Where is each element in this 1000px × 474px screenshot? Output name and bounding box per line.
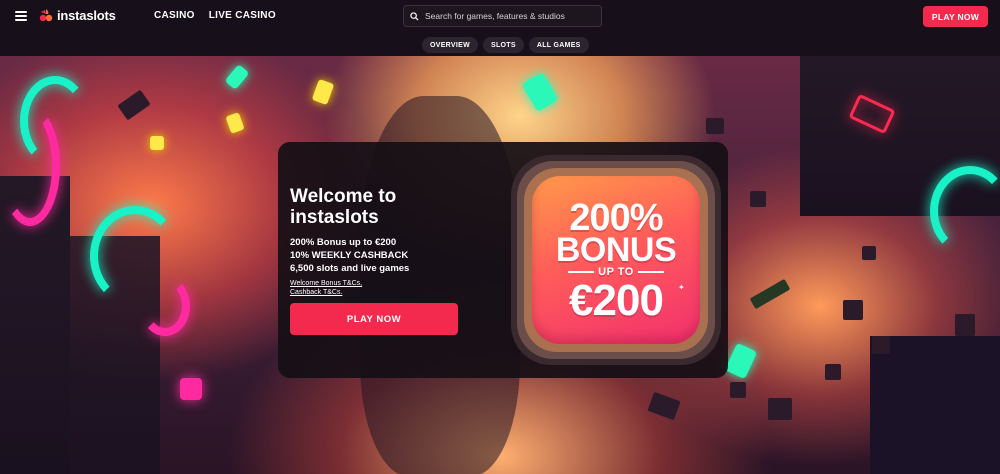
bullet-item: 200% Bonus up to €200	[290, 237, 397, 248]
debris-block	[872, 336, 890, 354]
neon-block	[180, 378, 202, 400]
debris-block	[825, 364, 841, 380]
hero-play-now-button[interactable]: PLAY NOW	[290, 303, 458, 335]
tower-right-bottom	[870, 336, 1000, 474]
main-nav: CASINO LIVE CASINO	[154, 10, 276, 21]
bonus-word: BONUS	[555, 231, 677, 269]
debris-block	[730, 382, 746, 398]
neon-arc	[140, 276, 190, 336]
tab-slots[interactable]: SLOTS	[483, 37, 524, 53]
sparkle-icon: ✦	[678, 283, 685, 292]
tab-overview[interactable]: OVERVIEW	[422, 37, 479, 53]
search-input[interactable]	[425, 11, 595, 21]
header-play-now-button[interactable]: PLAY NOW	[923, 6, 988, 27]
cashback-terms-link[interactable]: Cashback T&Cs.	[290, 288, 362, 297]
top-bar: instaslots CASINO LIVE CASINO PLAY NOW	[0, 0, 1000, 33]
debris-block	[706, 118, 724, 134]
debris-block	[862, 246, 876, 260]
gem	[311, 78, 335, 106]
terms-links: Welcome Bonus T&Cs, Cashback T&Cs.	[290, 279, 362, 297]
debris-block	[750, 191, 766, 207]
bullet-item: 10% WEEKLY CASHBACK	[290, 250, 409, 261]
neon-arc	[930, 166, 1000, 256]
logo[interactable]: instaslots	[38, 8, 116, 23]
debris-block	[117, 89, 151, 121]
neon-arc	[0, 106, 60, 226]
bonus-amount: €200	[569, 276, 664, 325]
gem	[521, 72, 559, 112]
debris-block	[647, 391, 681, 421]
logo-text: instaslots	[57, 8, 116, 23]
debris-block	[749, 278, 791, 310]
gem	[150, 136, 164, 150]
bullet-item: 6,500 slots and live games	[290, 263, 410, 274]
gem	[724, 342, 758, 380]
menu-icon[interactable]	[15, 11, 27, 21]
search-icon	[410, 11, 419, 21]
welcome-title: Welcome to instaslots	[290, 186, 397, 228]
bonus-bullets: 200% Bonus up to €200 10% WEEKLY CASHBAC…	[290, 236, 490, 275]
sub-nav: OVERVIEW SLOTS ALL GAMES	[0, 33, 1000, 56]
debris-block	[955, 314, 975, 336]
search-box[interactable]	[403, 5, 602, 27]
debris-block	[843, 300, 863, 320]
logo-icon	[39, 9, 53, 22]
tab-all-games[interactable]: ALL GAMES	[528, 37, 589, 53]
debris-block	[768, 398, 792, 420]
nav-live-casino[interactable]: LIVE CASINO	[209, 10, 276, 21]
welcome-bonus-terms-link[interactable]: Welcome Bonus T&Cs,	[290, 279, 362, 288]
nav-casino[interactable]: CASINO	[154, 10, 195, 21]
gem	[225, 112, 245, 134]
gem	[224, 64, 250, 90]
